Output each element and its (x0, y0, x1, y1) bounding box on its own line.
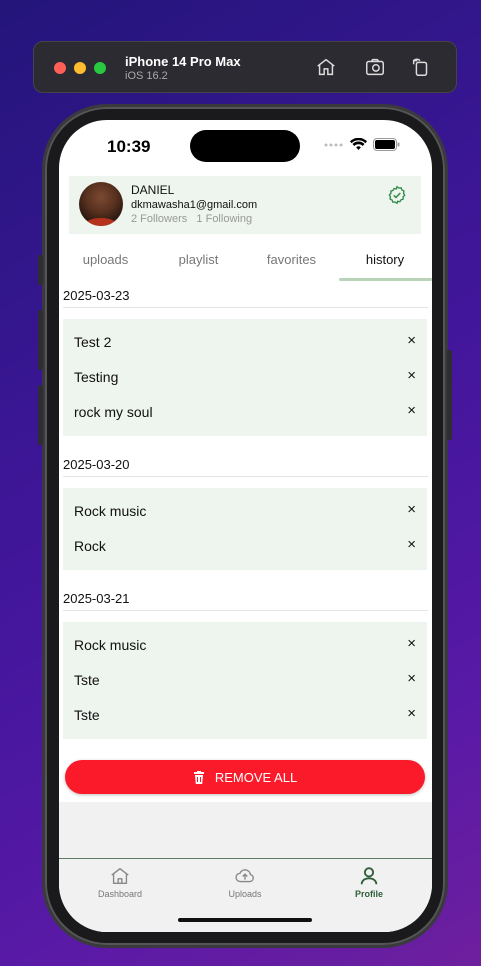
remove-item-icon[interactable]: × (407, 332, 416, 349)
divider (63, 610, 428, 611)
history-item[interactable]: Tste × (63, 663, 427, 698)
dynamic-island (190, 130, 300, 162)
history-item[interactable]: Testing × (63, 360, 427, 395)
simulator-device-name: iPhone 14 Pro Max (125, 54, 241, 69)
nav-dashboard[interactable]: Dashboard (80, 865, 160, 899)
volume-down-button (38, 385, 43, 445)
history-group: Rock music × Rock × (63, 488, 427, 570)
wifi-icon (350, 138, 367, 150)
followers-count[interactable]: 2 Followers (131, 213, 187, 225)
nav-uploads[interactable]: Uploads (205, 865, 285, 899)
remove-item-icon[interactable]: × (407, 536, 416, 553)
history-item-title: Tste (74, 707, 100, 723)
divider (63, 307, 428, 308)
simulator-toolbar: iPhone 14 Pro Max iOS 16.2 (33, 41, 457, 93)
home-indicator[interactable] (178, 918, 312, 922)
volume-up-button (38, 310, 43, 370)
status-time: 10:39 (107, 137, 151, 156)
screenshot-icon[interactable] (364, 56, 386, 78)
history-item-title: rock my soul (74, 404, 153, 420)
tab-history[interactable]: history (338, 244, 432, 280)
home-icon (111, 867, 129, 885)
history-item[interactable]: Tste × (63, 698, 427, 733)
trash-icon (193, 770, 204, 784)
avatar[interactable] (79, 182, 123, 226)
home-icon[interactable] (315, 56, 337, 78)
remove-item-icon[interactable]: × (407, 705, 416, 722)
zoom-window-button[interactable] (94, 62, 106, 74)
remove-item-icon[interactable]: × (407, 367, 416, 384)
user-icon (360, 867, 378, 885)
remove-item-icon[interactable]: × (407, 635, 416, 652)
simulator-os-version: iOS 16.2 (125, 70, 168, 82)
history-date: 2025-03-20 (63, 457, 130, 472)
history-item-title: Rock music (74, 503, 147, 519)
history-item-title: Test 2 (74, 334, 112, 350)
close-window-button[interactable] (54, 62, 66, 74)
nav-uploads-label: Uploads (228, 889, 262, 899)
history-item[interactable]: Rock × (63, 529, 427, 564)
app-screen: 10:39 DANIEL dkmawasha1@gmail.com 2 Foll… (59, 120, 432, 932)
battery-icon (373, 138, 400, 151)
remove-all-label: REMOVE ALL (214, 769, 298, 785)
nav-profile-label: Profile (354, 889, 383, 899)
history-item-title: Testing (74, 369, 119, 385)
profile-tabs: uploads playlist favorites history (59, 244, 432, 281)
cloud-upload-icon (235, 869, 254, 883)
history-item[interactable]: rock my soul × (63, 395, 427, 430)
status-icons (324, 138, 400, 151)
follow-stats: 2 Followers 1 Following (131, 213, 252, 225)
history-item-title: Rock music (74, 637, 147, 653)
content-spacer (59, 802, 432, 858)
remove-item-icon[interactable]: × (407, 670, 416, 687)
following-count[interactable]: 1 Following (196, 213, 252, 225)
history-item[interactable]: Test 2 × (63, 325, 427, 360)
nav-dashboard-label: Dashboard (97, 889, 143, 899)
rotate-icon[interactable] (410, 56, 432, 78)
tab-favorites[interactable]: favorites (245, 244, 338, 280)
nav-profile[interactable]: Profile (329, 865, 409, 899)
history-item[interactable]: Rock music × (63, 494, 427, 529)
history-date: 2025-03-21 (63, 591, 130, 606)
history-item-title: Tste (74, 672, 100, 688)
history-item[interactable]: Rock music × (63, 628, 427, 663)
remove-item-icon[interactable]: × (407, 402, 416, 419)
history-group: Rock music × Tste × Tste × (63, 622, 427, 739)
active-tab-indicator (339, 278, 432, 281)
history-item-title: Rock (74, 538, 106, 554)
remove-item-icon[interactable]: × (407, 501, 416, 518)
verified-badge-icon (388, 185, 406, 205)
divider (63, 476, 428, 477)
tab-uploads[interactable]: uploads (59, 244, 152, 280)
mute-switch (38, 255, 43, 285)
profile-card[interactable]: DANIEL dkmawasha1@gmail.com 2 Followers … (69, 176, 421, 234)
history-group: Test 2 × Testing × rock my soul × (63, 319, 427, 436)
signal-icon (324, 143, 343, 146)
profile-email: dkmawasha1@gmail.com (131, 199, 258, 211)
profile-name: DANIEL (131, 183, 175, 197)
history-date: 2025-03-23 (63, 288, 130, 303)
power-button (447, 350, 452, 440)
minimize-window-button[interactable] (74, 62, 86, 74)
tab-playlist[interactable]: playlist (152, 244, 245, 280)
remove-all-button[interactable]: REMOVE ALL (65, 760, 425, 794)
